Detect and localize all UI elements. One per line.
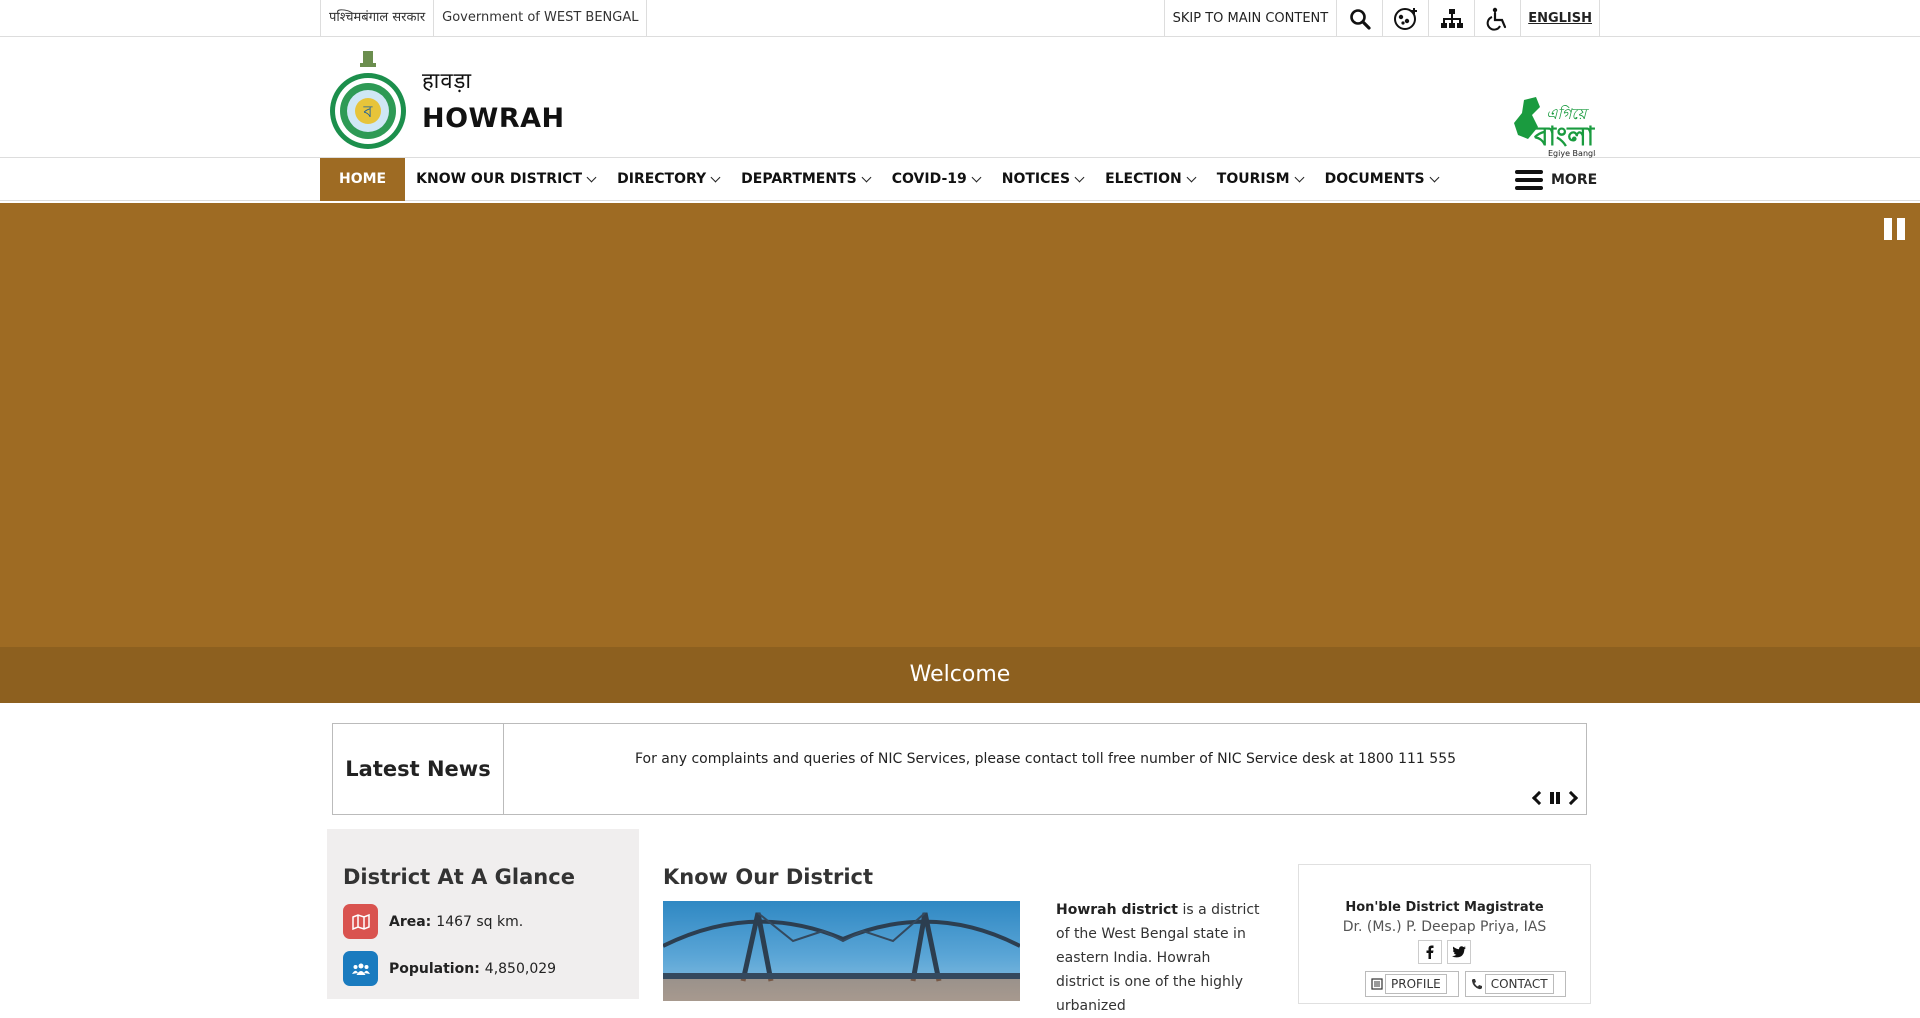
egiye-bangla-logo[interactable]: এগিয়ে বাংলা Egiye Bangla xyxy=(1506,95,1596,165)
language-selector[interactable]: ENGLISH xyxy=(1520,0,1600,37)
main-navigation: HOME KNOW OUR DISTRICT DIRECTORY DEPARTM… xyxy=(0,158,1920,201)
chevron-down-icon xyxy=(861,172,872,183)
dm-name: Dr. (Ms.) P. Deepap Priya, IAS xyxy=(1342,919,1547,935)
hero-slider: Welcome xyxy=(0,203,1920,703)
population-value: 4,850,029 xyxy=(484,960,557,977)
nav-item-notices[interactable]: NOTICES xyxy=(991,158,1094,201)
social-media-button[interactable] xyxy=(1382,0,1428,37)
dm-action-buttons: PROFILE CONTACT xyxy=(1365,971,1572,997)
accessibility-button[interactable] xyxy=(1474,0,1520,37)
svg-text:ব: ব xyxy=(363,102,374,121)
news-controls xyxy=(1528,790,1579,806)
twitter-icon[interactable] xyxy=(1447,940,1471,964)
users-icon xyxy=(343,951,378,986)
more-label: MORE xyxy=(1551,171,1598,188)
accessibility-icon xyxy=(1486,7,1506,31)
chevron-down-icon xyxy=(710,172,721,183)
nav-item-directory[interactable]: DIRECTORY xyxy=(606,158,730,201)
site-header: ব हावड़ा HOWRAH এগিয়ে বাংলা Egiye Bangl… xyxy=(0,37,1920,158)
hero-caption: Welcome xyxy=(0,647,1920,703)
chevron-down-icon xyxy=(971,172,982,183)
skip-to-main-content-link[interactable]: SKIP TO MAIN CONTENT xyxy=(1163,0,1337,37)
latest-news-ticker: Latest News For any complaints and queri… xyxy=(332,723,1587,815)
next-arrow-icon[interactable] xyxy=(1563,790,1579,806)
search-icon xyxy=(1349,8,1371,30)
nav-item-tourism[interactable]: TOURISM xyxy=(1206,158,1314,201)
news-item-link[interactable]: For any complaints and queries of NIC Se… xyxy=(504,724,1587,784)
more-menu-button[interactable]: MORE xyxy=(1515,158,1597,201)
west-bengal-emblem-logo[interactable]: ব xyxy=(329,49,407,151)
nav-item-covid-19[interactable]: COVID-19 xyxy=(881,158,991,201)
search-button[interactable] xyxy=(1336,0,1382,37)
howrah-bridge-photo xyxy=(663,901,1020,1001)
district-name[interactable]: HOWRAH xyxy=(422,103,565,134)
contact-label: CONTACT xyxy=(1484,974,1554,994)
previous-arrow-icon[interactable] xyxy=(1531,790,1547,806)
svg-text:Egiye Bangla: Egiye Bangla xyxy=(1548,149,1596,158)
profile-button[interactable]: PROFILE xyxy=(1365,971,1459,997)
top-utility-bar: पश्चिमबंगाल सरकार Government of WEST BEN… xyxy=(0,0,1920,37)
nav-item-documents[interactable]: DOCUMENTS xyxy=(1314,158,1449,201)
slider-pause-button[interactable] xyxy=(1884,218,1906,240)
nav-item-election[interactable]: ELECTION xyxy=(1094,158,1206,201)
population-row: Population: 4,850,029 xyxy=(343,951,556,986)
dm-title: Hon'ble District Magistrate xyxy=(1345,900,1544,915)
glance-title: District At A Glance xyxy=(343,865,575,889)
gov-english-link[interactable]: Government of WEST BENGAL xyxy=(433,0,648,37)
social-icon xyxy=(1393,7,1417,30)
svg-text:বাংলা: বাংলা xyxy=(1533,122,1596,152)
map-icon xyxy=(343,904,378,939)
district-name-native: हावड़ा xyxy=(422,69,473,94)
district-at-a-glance-panel: District At A Glance Area: 1467 sq km. P… xyxy=(327,829,639,999)
chevron-down-icon xyxy=(1186,172,1197,183)
latest-news-title: Latest News xyxy=(333,724,504,814)
utility-links: SKIP TO MAIN CONTENT ENGLISH xyxy=(1163,0,1600,37)
chevron-down-icon xyxy=(1074,172,1085,183)
know-our-district-title: Know Our District xyxy=(663,865,874,889)
population-label: Population: xyxy=(389,960,480,977)
profile-icon xyxy=(1371,978,1383,990)
area-label: Area: xyxy=(389,913,432,930)
gov-native-link[interactable]: पश्चिमबंगाल सरकार xyxy=(320,0,433,37)
chevron-down-icon xyxy=(1294,172,1305,183)
nav-item-home[interactable]: HOME xyxy=(320,158,406,201)
government-links: पश्चिमबंगाल सरकार Government of WEST BEN… xyxy=(320,0,648,37)
sitemap-icon xyxy=(1440,8,1463,28)
nav-item-know-our-district[interactable]: KNOW OUR DISTRICT xyxy=(405,158,606,201)
district-magistrate-card: Hon'ble District Magistrate Dr. (Ms.) P.… xyxy=(1298,864,1591,1004)
chevron-down-icon xyxy=(1429,172,1440,183)
chevron-down-icon xyxy=(586,172,597,183)
svg-text:এগিয়ে: এগিয়ে xyxy=(1546,105,1590,123)
nav-item-departments[interactable]: DEPARTMENTS xyxy=(730,158,881,201)
district-description-lead: Howrah district xyxy=(1056,902,1179,918)
area-value: 1467 sq km. xyxy=(436,913,524,930)
area-row: Area: 1467 sq km. xyxy=(343,904,523,939)
profile-label: PROFILE xyxy=(1385,974,1447,994)
hamburger-icon xyxy=(1515,169,1543,190)
facebook-icon[interactable] xyxy=(1418,940,1442,964)
pause-icon[interactable] xyxy=(1550,792,1560,804)
district-description: Howrah district is a district of the Wes… xyxy=(1056,898,1261,1018)
sitemap-button[interactable] xyxy=(1428,0,1474,37)
phone-icon xyxy=(1471,979,1482,990)
dm-social-links xyxy=(1418,940,1476,964)
contact-button[interactable]: CONTACT xyxy=(1464,971,1566,997)
district-description-text: is a district of the West Bengal state i… xyxy=(1056,902,1260,1014)
